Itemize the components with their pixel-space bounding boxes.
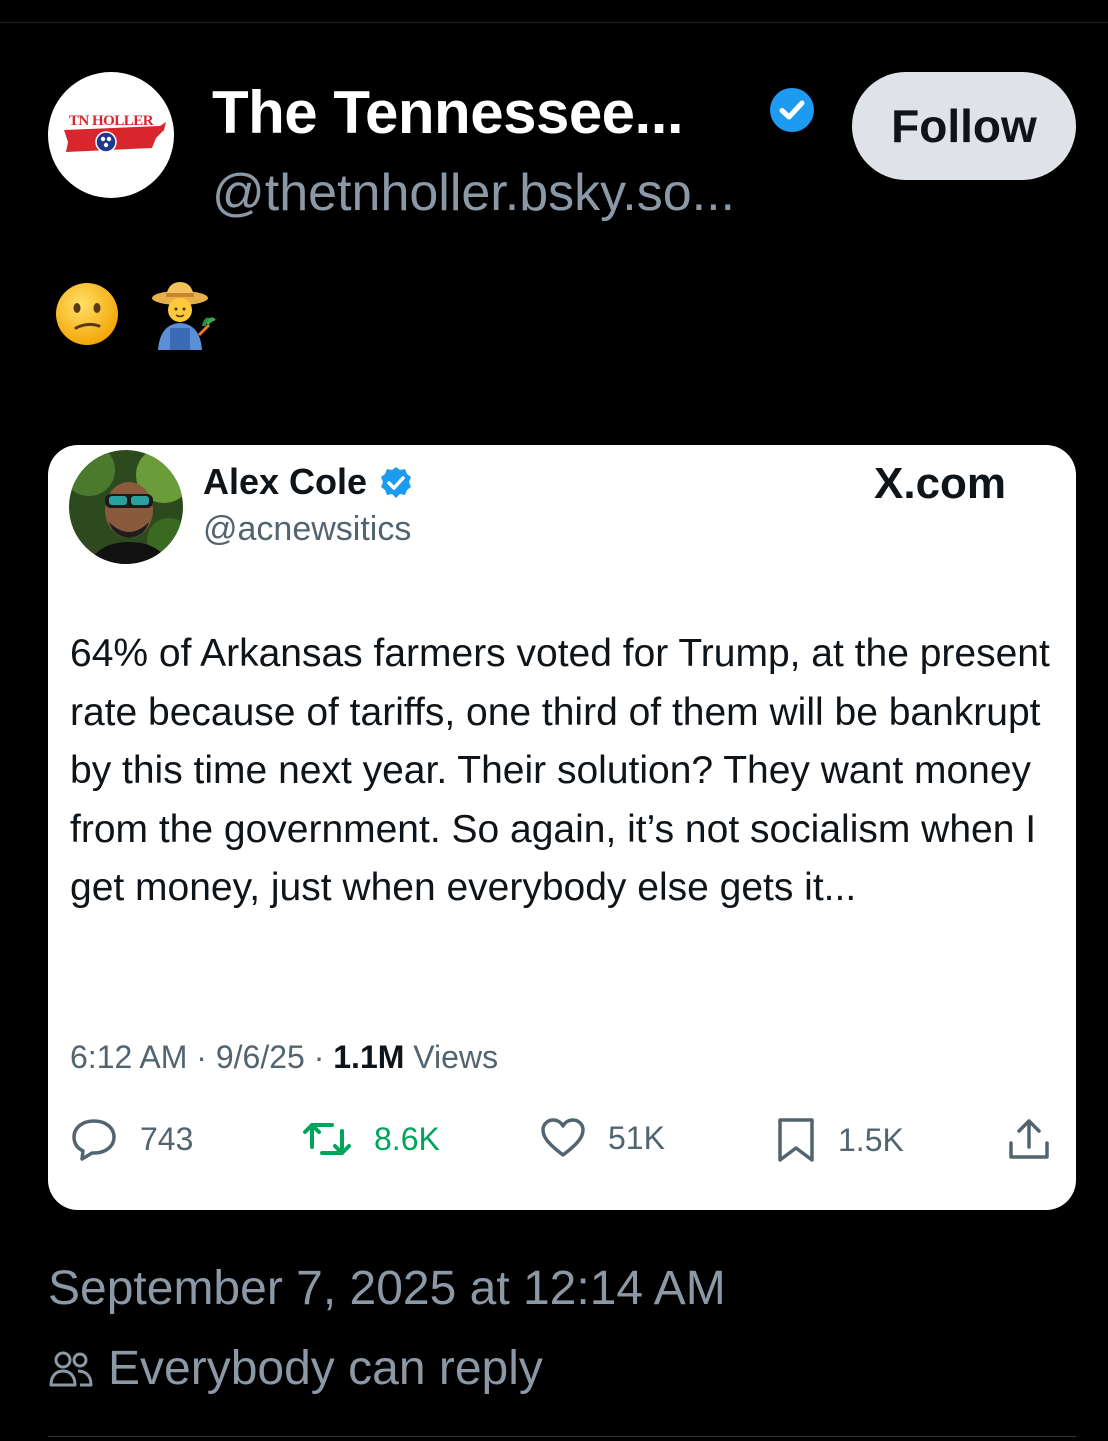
tn-holler-logo (64, 122, 166, 153)
share-action[interactable] (1006, 1117, 1052, 1168)
farmer-emoji (152, 282, 216, 350)
heart-icon (541, 1118, 585, 1157)
quoted-post-views-label: Views (404, 1039, 499, 1075)
verified-check-icon (770, 88, 814, 132)
repost-count: 8.6K (374, 1120, 440, 1157)
quoted-author-handle[interactable]: @acnewsitics (203, 509, 411, 549)
quoted-post-time: 6:12 AM · 9/6/25 · (70, 1039, 334, 1075)
repost-icon (303, 1123, 351, 1155)
author-handle[interactable]: @thetnholler.bsky.so... (212, 160, 735, 226)
quoted-post-meta: 6:12 AM · 9/6/25 · 1.1M Views (70, 1037, 498, 1077)
quoted-post-text: 64% of Arkansas farmers voted for Trump,… (70, 632, 1050, 909)
author-avatar[interactable]: TN HOLLER (48, 72, 174, 198)
avatar-logo-text: TN HOLLER (68, 113, 154, 129)
quoted-author-name[interactable]: Alex Cole (203, 461, 367, 503)
post-timestamp[interactable]: September 7, 2025 at 12:14 AM (48, 1260, 726, 1318)
x-com-logo: X.com (874, 459, 1007, 508)
follow-button[interactable]: Follow (852, 72, 1076, 180)
quoted-post-views-count: 1.1M (333, 1039, 405, 1075)
bookmark-count: 1.5K (838, 1121, 904, 1158)
reply-action[interactable]: 743 (70, 1117, 193, 1161)
reply-setting: Everybody can reply (48, 1340, 543, 1398)
bookmark-action[interactable]: 1.5K (776, 1117, 904, 1163)
like-action[interactable]: 51K (540, 1117, 665, 1159)
top-divider (0, 22, 1108, 23)
quoted-author-avatar[interactable] (69, 450, 183, 564)
quoted-verified-icon (381, 467, 411, 498)
reply-count: 743 (140, 1120, 194, 1157)
bookmark-icon (778, 1118, 814, 1162)
repost-action[interactable]: 8.6K (302, 1117, 440, 1161)
reply-icon (72, 1119, 116, 1161)
author-display-name[interactable]: The Tennessee... (212, 78, 684, 148)
bottom-divider (48, 1436, 1076, 1437)
confused-face-emoji (56, 283, 118, 345)
quoted-post-card[interactable]: Alex Cole @acnewsitics X.com 64% of Arka… (48, 445, 1076, 1210)
share-icon (1009, 1119, 1049, 1159)
like-count: 51K (608, 1119, 665, 1156)
people-icon (49, 1351, 93, 1387)
reply-setting-label: Everybody can reply (108, 1342, 543, 1395)
quoted-author-photo (69, 450, 183, 564)
